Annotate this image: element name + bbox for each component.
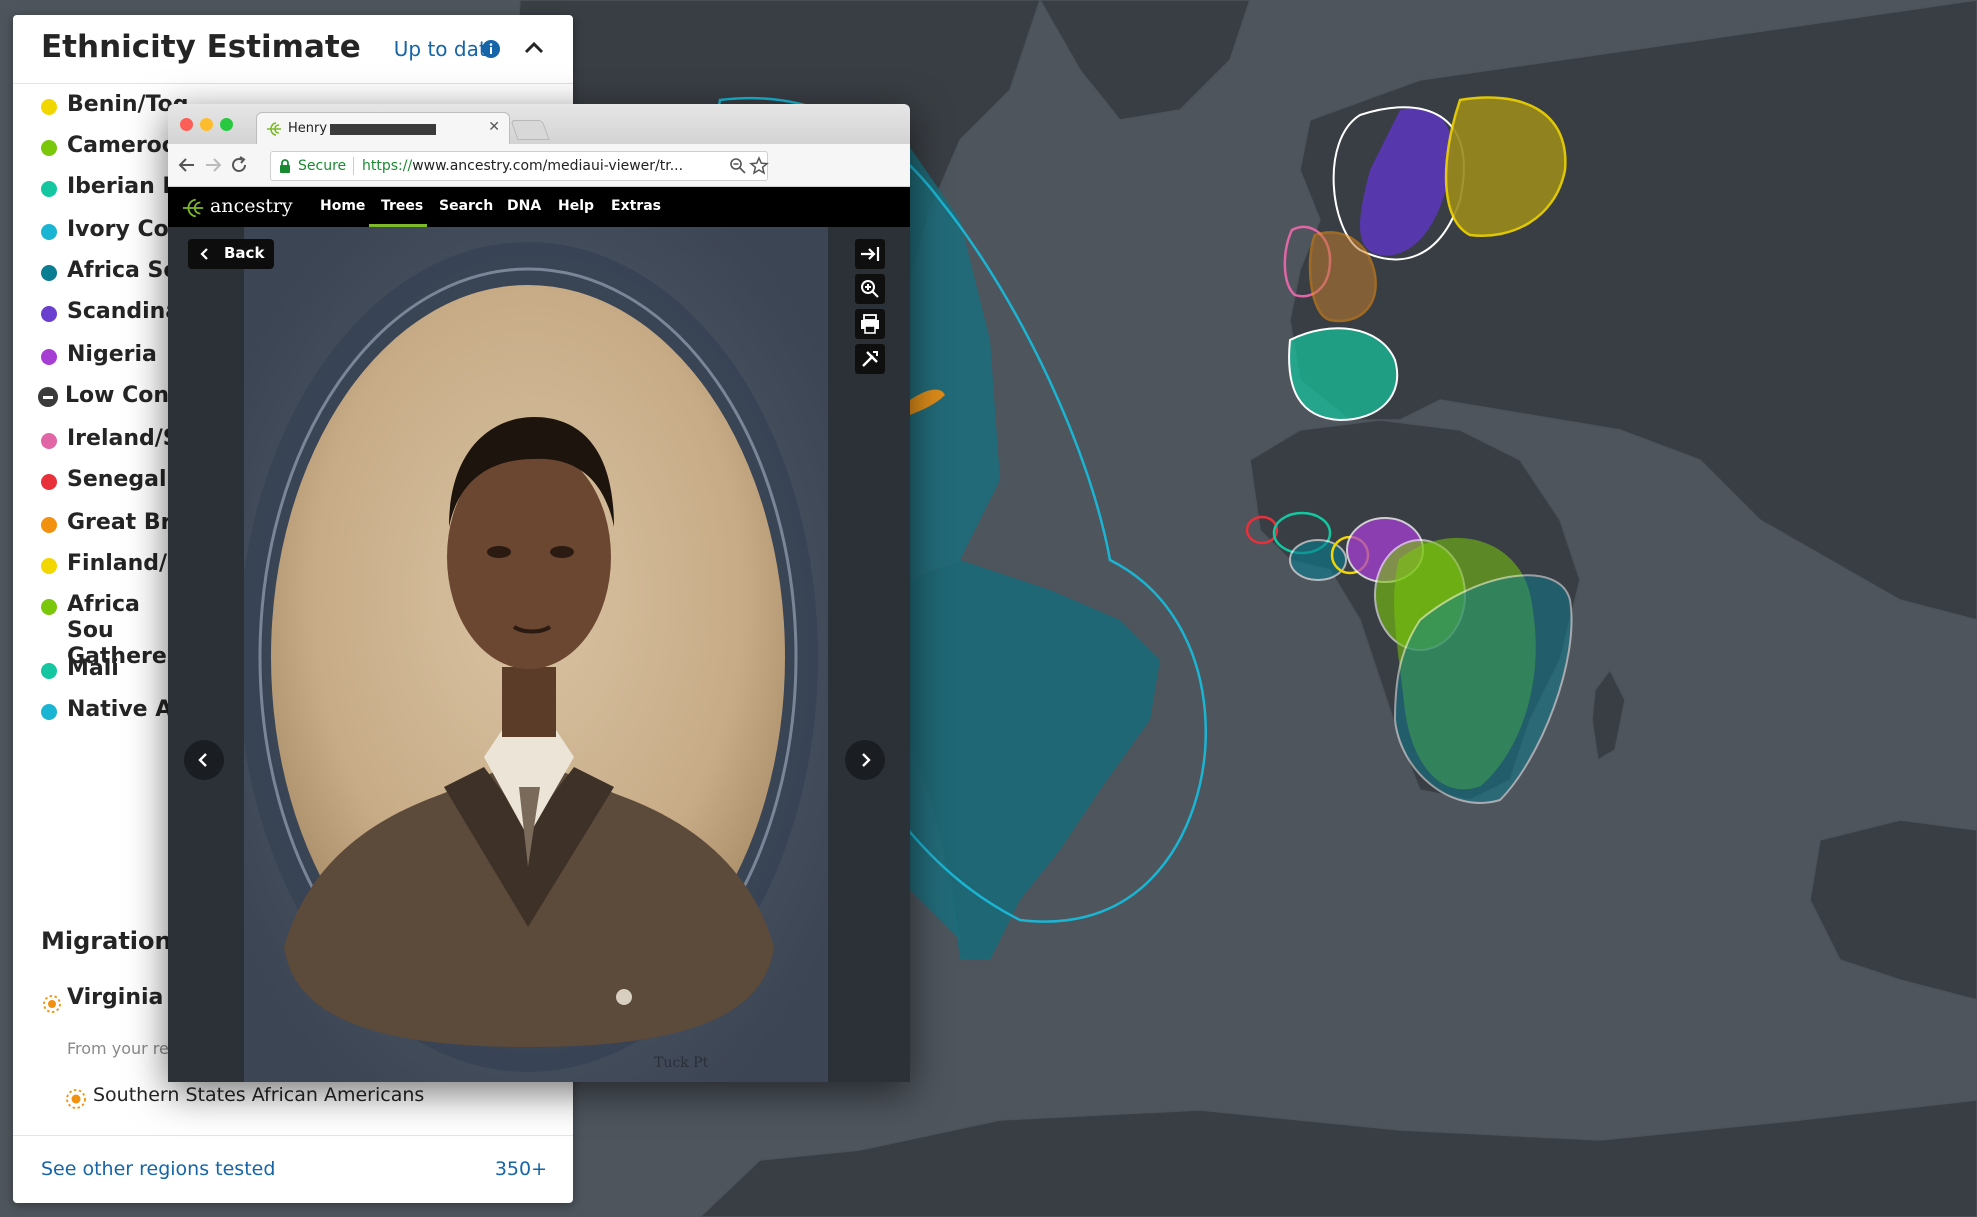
region-color-dot xyxy=(41,663,57,679)
minimize-window-button[interactable] xyxy=(200,118,213,131)
lock-icon xyxy=(280,159,290,173)
back-arrow-icon[interactable] xyxy=(176,154,198,176)
region-color-dot xyxy=(41,433,57,449)
address-bar[interactable]: Secure https://www.ancestry.com/mediaui-… xyxy=(270,151,769,181)
nav-help[interactable]: Help xyxy=(558,198,594,214)
sun-icon xyxy=(43,995,61,1013)
nav-search[interactable]: Search xyxy=(439,198,493,214)
migration-subtitle: From your re xyxy=(67,1039,169,1058)
portrait-photo[interactable]: Tuck Pt xyxy=(244,227,828,1082)
region-color-dot xyxy=(41,99,57,115)
ancestry-leaf-icon xyxy=(267,122,281,136)
ancestry-wordmark: ancestry xyxy=(210,195,293,217)
expand-icon xyxy=(861,247,880,261)
chevron-left-icon xyxy=(200,248,208,260)
region-color-dot xyxy=(41,517,57,533)
panel-header: Ethnicity Estimate Up to date xyxy=(13,15,573,84)
other-regions-link[interactable]: See other regions tested xyxy=(41,1158,275,1180)
nav-extras[interactable]: Extras xyxy=(611,198,661,214)
ethnicity-label: Mali xyxy=(67,656,119,681)
migrations-heading: Migrations xyxy=(41,927,186,955)
region-color-dot xyxy=(41,140,57,156)
close-window-button[interactable] xyxy=(180,118,193,131)
region-color-dot xyxy=(41,704,57,720)
nav-dna[interactable]: DNA xyxy=(507,198,541,214)
url-path: www.ancestry.com/mediaui-viewer/tr... xyxy=(412,158,684,174)
back-label: Back xyxy=(224,244,265,262)
nav-home[interactable]: Home xyxy=(320,198,365,214)
tools-icon xyxy=(862,351,878,367)
panel-title: Ethnicity Estimate xyxy=(41,29,361,65)
zoom-button[interactable] xyxy=(855,274,885,304)
migration-title[interactable]: Southern States African Americans xyxy=(93,1084,424,1106)
region-color-dot xyxy=(41,599,57,615)
bookmark-star-icon[interactable] xyxy=(749,156,769,176)
url-scheme: https:// xyxy=(362,158,413,174)
region-color-dot xyxy=(41,474,57,490)
ancestry-logo[interactable]: ancestry xyxy=(180,195,293,219)
maximize-window-button[interactable] xyxy=(220,118,233,131)
new-tab-button[interactable] xyxy=(510,120,550,140)
close-tab-icon[interactable]: ✕ xyxy=(488,119,500,135)
regions-count[interactable]: 350+ xyxy=(495,1158,547,1180)
zoom-icon xyxy=(861,280,879,298)
nav-trees[interactable]: Trees xyxy=(381,198,423,214)
print-button[interactable] xyxy=(855,309,885,339)
reload-icon[interactable] xyxy=(228,154,250,176)
region-color-dot xyxy=(41,558,57,574)
expand-panel-button[interactable] xyxy=(855,239,885,269)
browser-toolbar: Secure https://www.ancestry.com/mediaui-… xyxy=(168,144,910,187)
previous-image-button[interactable] xyxy=(184,740,224,780)
minus-circle-icon xyxy=(38,387,58,407)
chevron-right-icon xyxy=(862,753,871,767)
region-color-dot xyxy=(41,181,57,197)
next-image-button[interactable] xyxy=(845,740,885,780)
tools-button[interactable] xyxy=(855,344,885,374)
sun-icon xyxy=(66,1089,86,1109)
ancestry-leaf-icon xyxy=(182,198,204,218)
browser-titlebar: Henry ✕ xyxy=(168,104,910,145)
divider xyxy=(353,157,354,175)
tab-title: Henry xyxy=(288,121,328,136)
browser-tab[interactable]: Henry ✕ xyxy=(256,112,510,145)
forward-arrow-icon[interactable] xyxy=(202,154,224,176)
region-color-dot xyxy=(41,349,57,365)
back-button[interactable]: Back xyxy=(188,239,274,269)
media-viewer: Tuck Pt Back xyxy=(168,227,910,1082)
ethnicity-label: Ivory Coa xyxy=(67,217,184,242)
redacted-text xyxy=(330,124,436,135)
region-color-dot xyxy=(41,306,57,322)
site-navigation: ancestry Home Trees Search DNA Help Extr… xyxy=(168,187,910,227)
secure-label: Secure xyxy=(298,158,347,174)
print-icon xyxy=(861,314,879,334)
region-color-dot xyxy=(41,224,57,240)
info-icon[interactable] xyxy=(481,39,501,59)
url-text: https://www.ancestry.com/mediaui-viewer/… xyxy=(362,158,683,174)
ethnicity-label: Senegal xyxy=(67,467,167,492)
panel-footer: See other regions tested 350+ xyxy=(13,1135,573,1203)
svg-text:Tuck Pt: Tuck Pt xyxy=(654,1055,709,1071)
browser-window: Henry ✕ Secure https://www.ancestry.com/… xyxy=(168,104,910,1082)
ethnicity-label: Nigeria xyxy=(67,342,157,367)
ethnicity-label: Scandina xyxy=(67,299,181,324)
chevron-left-icon xyxy=(198,753,207,767)
chevron-up-icon[interactable] xyxy=(521,35,547,61)
zoom-icon[interactable] xyxy=(729,157,747,175)
region-color-dot xyxy=(41,265,57,281)
